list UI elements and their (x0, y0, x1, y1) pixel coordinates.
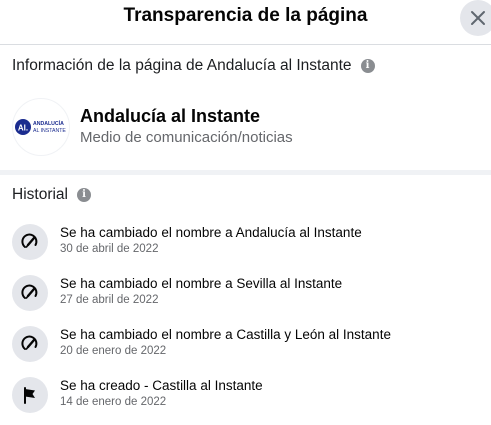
close-icon (471, 11, 485, 25)
dialog-header: Transparencia de la página (0, 0, 491, 45)
info-icon[interactable]: i (360, 59, 375, 73)
page-category: Medio de comunicación/noticias (80, 129, 293, 146)
edit-name-icon (21, 233, 38, 248)
edit-name-icon-wrap (12, 275, 48, 311)
history-item-title: Se ha cambiado el nombre a Sevilla al In… (60, 276, 343, 291)
history-item-title: Se ha cambiado el nombre a Castilla y Le… (60, 327, 391, 342)
history-item-date: 27 de abril de 2022 (60, 294, 159, 306)
history-item-date: 14 de enero de 2022 (60, 396, 167, 408)
history-item-title: Se ha creado - Castilla al Instante (60, 378, 263, 393)
history-item-title: Se ha cambiado el nombre a Andalucía al … (60, 225, 362, 240)
history-item: Se ha cambiado el nombre a Andalucía al … (0, 224, 491, 272)
page-info-heading: Información de la página de Andalucía al… (12, 57, 375, 75)
page-name[interactable]: Andalucía al Instante (80, 105, 260, 127)
dialog-title: Transparencia de la página (123, 5, 368, 26)
andalucia-logo-icon: AI. ANDALUCÍA AL INSTANTE (15, 119, 66, 135)
close-button[interactable] (460, 0, 491, 36)
edit-name-icon-wrap (12, 224, 48, 260)
page-logo[interactable]: AI. ANDALUCÍA AL INSTANTE (12, 98, 70, 156)
svg-text:AI.: AI. (18, 124, 28, 133)
svg-text:AL INSTANTE: AL INSTANTE (33, 128, 66, 134)
edit-name-icon (21, 335, 38, 350)
edit-name-icon-wrap (12, 326, 48, 362)
svg-text:ANDALUCÍA: ANDALUCÍA (33, 119, 64, 127)
history-heading: Historial i (12, 186, 91, 204)
page-info-heading-text: Información de la página de Andalucía al… (12, 57, 352, 74)
history-item-date: 20 de enero de 2022 (60, 345, 167, 357)
section-divider (0, 170, 491, 175)
edit-name-icon (21, 284, 38, 299)
info-icon[interactable]: i (76, 188, 91, 202)
flag-icon-wrap (12, 377, 48, 413)
page-summary: AI. ANDALUCÍA AL INSTANTE Andalucía al I… (0, 92, 491, 156)
history-item: Se ha cambiado el nombre a Sevilla al In… (0, 275, 491, 323)
flag-icon (24, 387, 35, 404)
history-heading-text: Historial (12, 186, 68, 203)
history-item: Se ha cambiado el nombre a Castilla y Le… (0, 326, 491, 374)
history-item: Se ha creado - Castilla al Instante 14 d… (0, 377, 491, 425)
history-item-date: 30 de abril de 2022 (60, 243, 159, 255)
